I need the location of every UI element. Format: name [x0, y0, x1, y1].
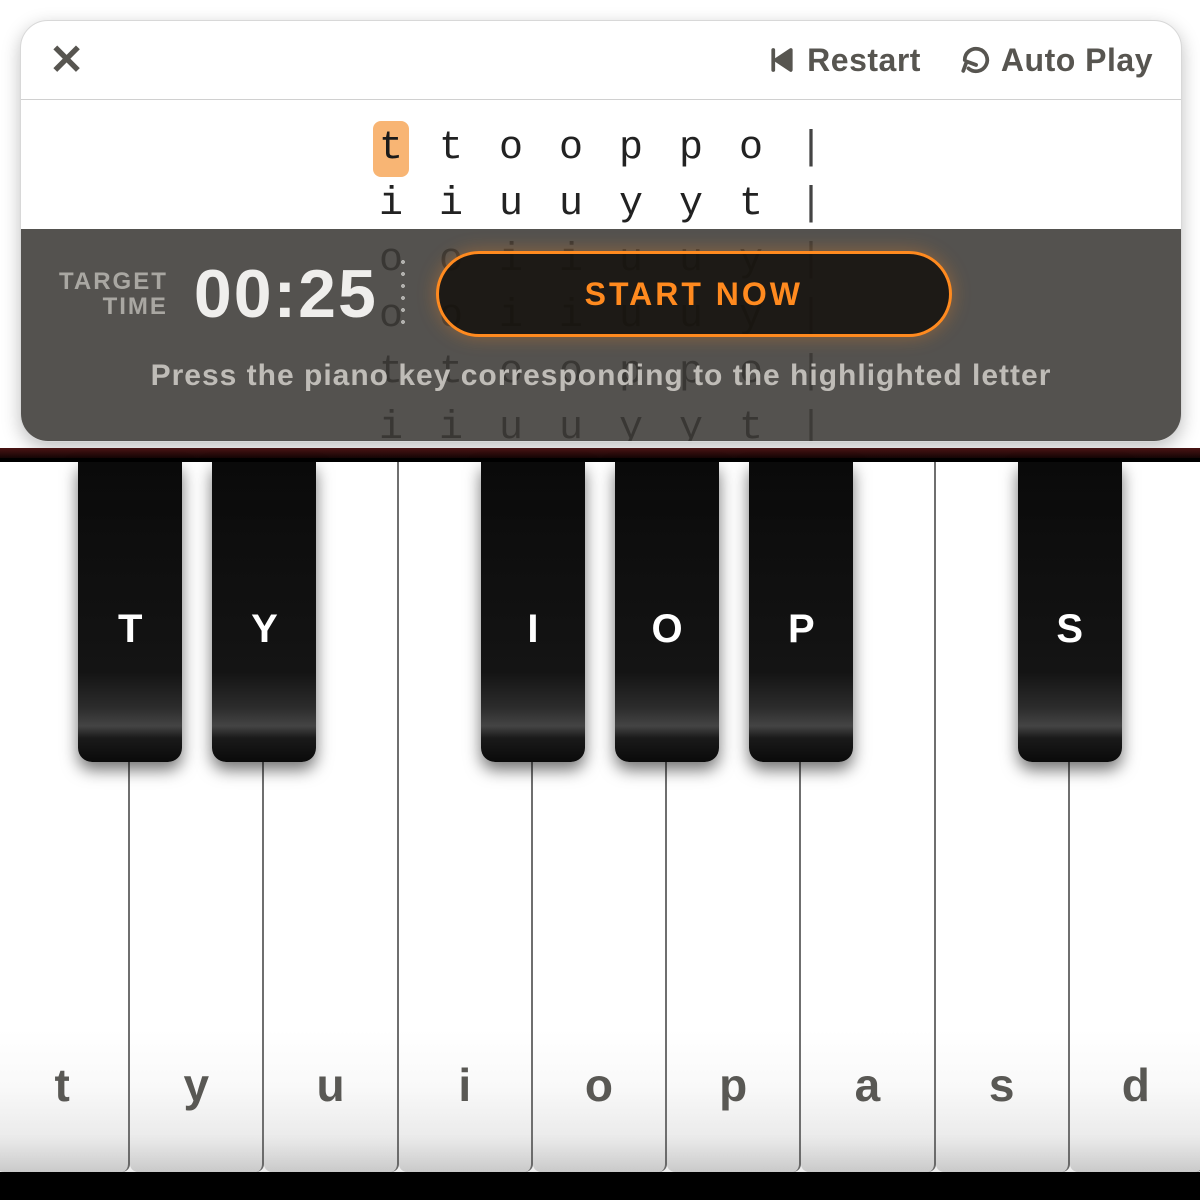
start-overlay: TARGET TIME 00:25 START NOW Press the pi…: [20, 229, 1182, 442]
target-time-value: 00:25: [194, 255, 378, 333]
autoplay-button[interactable]: Auto Play: [961, 42, 1153, 79]
letter-row: i i u u y y t |: [373, 177, 829, 233]
letter-cell: u: [553, 177, 589, 233]
letter-cell: i: [433, 177, 469, 233]
letter-cell: o: [493, 121, 529, 177]
black-key-label: S: [1018, 607, 1122, 652]
letter-cell: t: [373, 121, 409, 177]
letter-cell: p: [673, 121, 709, 177]
white-key-label: o: [533, 1058, 665, 1112]
divider: [21, 99, 1181, 100]
white-key-label: y: [130, 1058, 262, 1112]
start-now-button[interactable]: START NOW: [436, 251, 952, 337]
black-key-Y[interactable]: Y: [212, 462, 316, 762]
letter-cell: t: [733, 177, 769, 233]
white-key-label: t: [0, 1058, 128, 1112]
black-key-label: I: [481, 607, 585, 652]
autoplay-label: Auto Play: [1001, 42, 1153, 79]
black-key-label: P: [749, 607, 853, 652]
piano: tyuiopasd TY IOP S: [0, 448, 1200, 1200]
card-topbar: ✕ Restart Auto Play: [21, 21, 1181, 99]
letter-cell: u: [493, 177, 529, 233]
black-key-label: Y: [212, 607, 316, 652]
refresh-icon: [961, 45, 991, 75]
start-now-label: START NOW: [585, 276, 803, 313]
letter-cell: t: [433, 121, 469, 177]
black-key-I[interactable]: I: [481, 462, 585, 762]
row-separator: |: [793, 121, 829, 177]
target-time-label: TARGET TIME: [59, 269, 168, 319]
white-key-label: s: [936, 1058, 1068, 1112]
black-key-T[interactable]: T: [78, 462, 182, 762]
black-key-label: T: [78, 607, 182, 652]
letter-row: t t o o p p o |: [373, 121, 829, 177]
skip-back-icon: [767, 45, 797, 75]
black-key-P[interactable]: P: [749, 462, 853, 762]
black-key-label: O: [615, 607, 719, 652]
letter-cell: o: [553, 121, 589, 177]
white-key-label: u: [264, 1058, 396, 1112]
white-key-label: a: [801, 1058, 933, 1112]
white-key-label: d: [1070, 1058, 1200, 1112]
letter-cell: y: [613, 177, 649, 233]
letter-cell: y: [673, 177, 709, 233]
row-separator: |: [793, 177, 829, 233]
black-key-O[interactable]: O: [615, 462, 719, 762]
white-key-label: i: [399, 1058, 531, 1112]
piano-keys: tyuiopasd TY IOP S: [0, 462, 1200, 1172]
letter-cell: o: [733, 121, 769, 177]
instruction-card: ✕ Restart Auto Play t t o o p p o |i i u…: [20, 20, 1182, 442]
black-key-S[interactable]: S: [1018, 462, 1122, 762]
close-icon[interactable]: ✕: [49, 39, 84, 81]
restart-label: Restart: [807, 42, 921, 79]
instruction-hint: Press the piano key corresponding to the…: [20, 359, 1182, 393]
white-key-label: p: [667, 1058, 799, 1112]
dotted-divider: [398, 256, 408, 332]
letter-cell: p: [613, 121, 649, 177]
restart-button[interactable]: Restart: [767, 42, 921, 79]
letter-cell: i: [373, 177, 409, 233]
app-frame: ✕ Restart Auto Play t t o o p p o |i i u…: [0, 0, 1200, 1200]
